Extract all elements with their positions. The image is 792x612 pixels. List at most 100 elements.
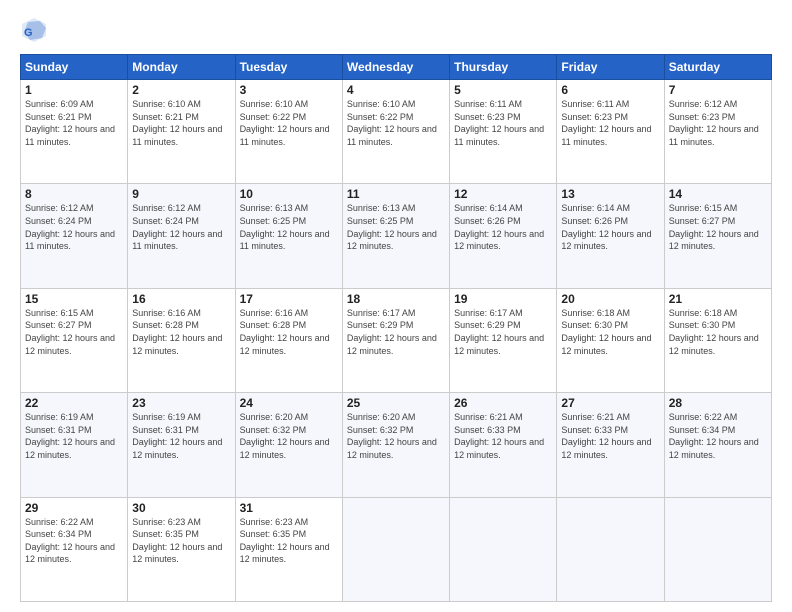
day-info: Sunrise: 6:15 AMSunset: 6:27 PMDaylight:… bbox=[669, 203, 759, 251]
day-number: 25 bbox=[347, 396, 445, 410]
day-info: Sunrise: 6:23 AMSunset: 6:35 PMDaylight:… bbox=[240, 517, 330, 565]
calendar-cell: 4 Sunrise: 6:10 AMSunset: 6:22 PMDayligh… bbox=[342, 80, 449, 184]
day-number: 29 bbox=[25, 501, 123, 515]
day-number: 31 bbox=[240, 501, 338, 515]
calendar-cell: 6 Sunrise: 6:11 AMSunset: 6:23 PMDayligh… bbox=[557, 80, 664, 184]
calendar-cell: 27 Sunrise: 6:21 AMSunset: 6:33 PMDaylig… bbox=[557, 393, 664, 497]
day-info: Sunrise: 6:22 AMSunset: 6:34 PMDaylight:… bbox=[669, 412, 759, 460]
day-info: Sunrise: 6:12 AMSunset: 6:24 PMDaylight:… bbox=[25, 203, 115, 251]
day-info: Sunrise: 6:16 AMSunset: 6:28 PMDaylight:… bbox=[240, 308, 330, 356]
day-info: Sunrise: 6:20 AMSunset: 6:32 PMDaylight:… bbox=[347, 412, 437, 460]
calendar-cell: 13 Sunrise: 6:14 AMSunset: 6:26 PMDaylig… bbox=[557, 184, 664, 288]
calendar-cell bbox=[450, 497, 557, 601]
calendar-table: SundayMondayTuesdayWednesdayThursdayFrid… bbox=[20, 54, 772, 602]
logo: G bbox=[20, 16, 52, 44]
calendar-week-2: 8 Sunrise: 6:12 AMSunset: 6:24 PMDayligh… bbox=[21, 184, 772, 288]
day-number: 23 bbox=[132, 396, 230, 410]
day-info: Sunrise: 6:12 AMSunset: 6:23 PMDaylight:… bbox=[669, 99, 759, 147]
day-info: Sunrise: 6:14 AMSunset: 6:26 PMDaylight:… bbox=[561, 203, 651, 251]
day-info: Sunrise: 6:11 AMSunset: 6:23 PMDaylight:… bbox=[454, 99, 544, 147]
day-number: 24 bbox=[240, 396, 338, 410]
day-number: 12 bbox=[454, 187, 552, 201]
calendar-cell bbox=[342, 497, 449, 601]
calendar-header-monday: Monday bbox=[128, 55, 235, 80]
page: G SundayMondayTuesdayWednesdayThursdayFr… bbox=[0, 0, 792, 612]
calendar-cell: 3 Sunrise: 6:10 AMSunset: 6:22 PMDayligh… bbox=[235, 80, 342, 184]
day-info: Sunrise: 6:10 AMSunset: 6:22 PMDaylight:… bbox=[240, 99, 330, 147]
day-info: Sunrise: 6:17 AMSunset: 6:29 PMDaylight:… bbox=[454, 308, 544, 356]
calendar-cell: 16 Sunrise: 6:16 AMSunset: 6:28 PMDaylig… bbox=[128, 288, 235, 392]
calendar-cell: 18 Sunrise: 6:17 AMSunset: 6:29 PMDaylig… bbox=[342, 288, 449, 392]
calendar-cell: 22 Sunrise: 6:19 AMSunset: 6:31 PMDaylig… bbox=[21, 393, 128, 497]
calendar-week-1: 1 Sunrise: 6:09 AMSunset: 6:21 PMDayligh… bbox=[21, 80, 772, 184]
day-info: Sunrise: 6:22 AMSunset: 6:34 PMDaylight:… bbox=[25, 517, 115, 565]
day-info: Sunrise: 6:14 AMSunset: 6:26 PMDaylight:… bbox=[454, 203, 544, 251]
calendar-header-row: SundayMondayTuesdayWednesdayThursdayFrid… bbox=[21, 55, 772, 80]
calendar-header-thursday: Thursday bbox=[450, 55, 557, 80]
day-number: 10 bbox=[240, 187, 338, 201]
day-number: 20 bbox=[561, 292, 659, 306]
calendar-cell: 20 Sunrise: 6:18 AMSunset: 6:30 PMDaylig… bbox=[557, 288, 664, 392]
calendar-cell: 19 Sunrise: 6:17 AMSunset: 6:29 PMDaylig… bbox=[450, 288, 557, 392]
calendar-cell: 11 Sunrise: 6:13 AMSunset: 6:25 PMDaylig… bbox=[342, 184, 449, 288]
calendar-week-5: 29 Sunrise: 6:22 AMSunset: 6:34 PMDaylig… bbox=[21, 497, 772, 601]
day-number: 9 bbox=[132, 187, 230, 201]
day-info: Sunrise: 6:13 AMSunset: 6:25 PMDaylight:… bbox=[347, 203, 437, 251]
day-number: 5 bbox=[454, 83, 552, 97]
calendar-cell: 21 Sunrise: 6:18 AMSunset: 6:30 PMDaylig… bbox=[664, 288, 771, 392]
day-info: Sunrise: 6:15 AMSunset: 6:27 PMDaylight:… bbox=[25, 308, 115, 356]
day-number: 2 bbox=[132, 83, 230, 97]
day-number: 22 bbox=[25, 396, 123, 410]
calendar-header-friday: Friday bbox=[557, 55, 664, 80]
day-number: 14 bbox=[669, 187, 767, 201]
calendar-week-3: 15 Sunrise: 6:15 AMSunset: 6:27 PMDaylig… bbox=[21, 288, 772, 392]
calendar-cell: 26 Sunrise: 6:21 AMSunset: 6:33 PMDaylig… bbox=[450, 393, 557, 497]
day-number: 21 bbox=[669, 292, 767, 306]
calendar-cell: 1 Sunrise: 6:09 AMSunset: 6:21 PMDayligh… bbox=[21, 80, 128, 184]
calendar-cell: 15 Sunrise: 6:15 AMSunset: 6:27 PMDaylig… bbox=[21, 288, 128, 392]
day-number: 4 bbox=[347, 83, 445, 97]
day-number: 30 bbox=[132, 501, 230, 515]
day-info: Sunrise: 6:11 AMSunset: 6:23 PMDaylight:… bbox=[561, 99, 651, 147]
day-number: 7 bbox=[669, 83, 767, 97]
day-info: Sunrise: 6:17 AMSunset: 6:29 PMDaylight:… bbox=[347, 308, 437, 356]
day-number: 6 bbox=[561, 83, 659, 97]
calendar-cell bbox=[664, 497, 771, 601]
header: G bbox=[20, 16, 772, 44]
logo-icon: G bbox=[20, 16, 48, 44]
calendar-cell: 30 Sunrise: 6:23 AMSunset: 6:35 PMDaylig… bbox=[128, 497, 235, 601]
calendar-cell: 12 Sunrise: 6:14 AMSunset: 6:26 PMDaylig… bbox=[450, 184, 557, 288]
day-number: 28 bbox=[669, 396, 767, 410]
svg-text:G: G bbox=[24, 27, 33, 39]
calendar-cell: 14 Sunrise: 6:15 AMSunset: 6:27 PMDaylig… bbox=[664, 184, 771, 288]
day-number: 1 bbox=[25, 83, 123, 97]
day-info: Sunrise: 6:10 AMSunset: 6:21 PMDaylight:… bbox=[132, 99, 222, 147]
day-number: 11 bbox=[347, 187, 445, 201]
day-info: Sunrise: 6:19 AMSunset: 6:31 PMDaylight:… bbox=[25, 412, 115, 460]
day-info: Sunrise: 6:13 AMSunset: 6:25 PMDaylight:… bbox=[240, 203, 330, 251]
day-number: 17 bbox=[240, 292, 338, 306]
calendar-cell: 28 Sunrise: 6:22 AMSunset: 6:34 PMDaylig… bbox=[664, 393, 771, 497]
day-info: Sunrise: 6:16 AMSunset: 6:28 PMDaylight:… bbox=[132, 308, 222, 356]
day-number: 16 bbox=[132, 292, 230, 306]
calendar-cell: 23 Sunrise: 6:19 AMSunset: 6:31 PMDaylig… bbox=[128, 393, 235, 497]
day-info: Sunrise: 6:19 AMSunset: 6:31 PMDaylight:… bbox=[132, 412, 222, 460]
calendar-cell: 2 Sunrise: 6:10 AMSunset: 6:21 PMDayligh… bbox=[128, 80, 235, 184]
day-number: 3 bbox=[240, 83, 338, 97]
calendar-header-tuesday: Tuesday bbox=[235, 55, 342, 80]
calendar-cell: 29 Sunrise: 6:22 AMSunset: 6:34 PMDaylig… bbox=[21, 497, 128, 601]
day-info: Sunrise: 6:21 AMSunset: 6:33 PMDaylight:… bbox=[454, 412, 544, 460]
day-number: 18 bbox=[347, 292, 445, 306]
calendar-cell: 24 Sunrise: 6:20 AMSunset: 6:32 PMDaylig… bbox=[235, 393, 342, 497]
calendar-cell: 17 Sunrise: 6:16 AMSunset: 6:28 PMDaylig… bbox=[235, 288, 342, 392]
day-info: Sunrise: 6:12 AMSunset: 6:24 PMDaylight:… bbox=[132, 203, 222, 251]
calendar-header-saturday: Saturday bbox=[664, 55, 771, 80]
day-info: Sunrise: 6:09 AMSunset: 6:21 PMDaylight:… bbox=[25, 99, 115, 147]
calendar-header-sunday: Sunday bbox=[21, 55, 128, 80]
day-number: 26 bbox=[454, 396, 552, 410]
calendar-cell: 9 Sunrise: 6:12 AMSunset: 6:24 PMDayligh… bbox=[128, 184, 235, 288]
day-number: 8 bbox=[25, 187, 123, 201]
day-info: Sunrise: 6:21 AMSunset: 6:33 PMDaylight:… bbox=[561, 412, 651, 460]
day-number: 13 bbox=[561, 187, 659, 201]
day-info: Sunrise: 6:20 AMSunset: 6:32 PMDaylight:… bbox=[240, 412, 330, 460]
